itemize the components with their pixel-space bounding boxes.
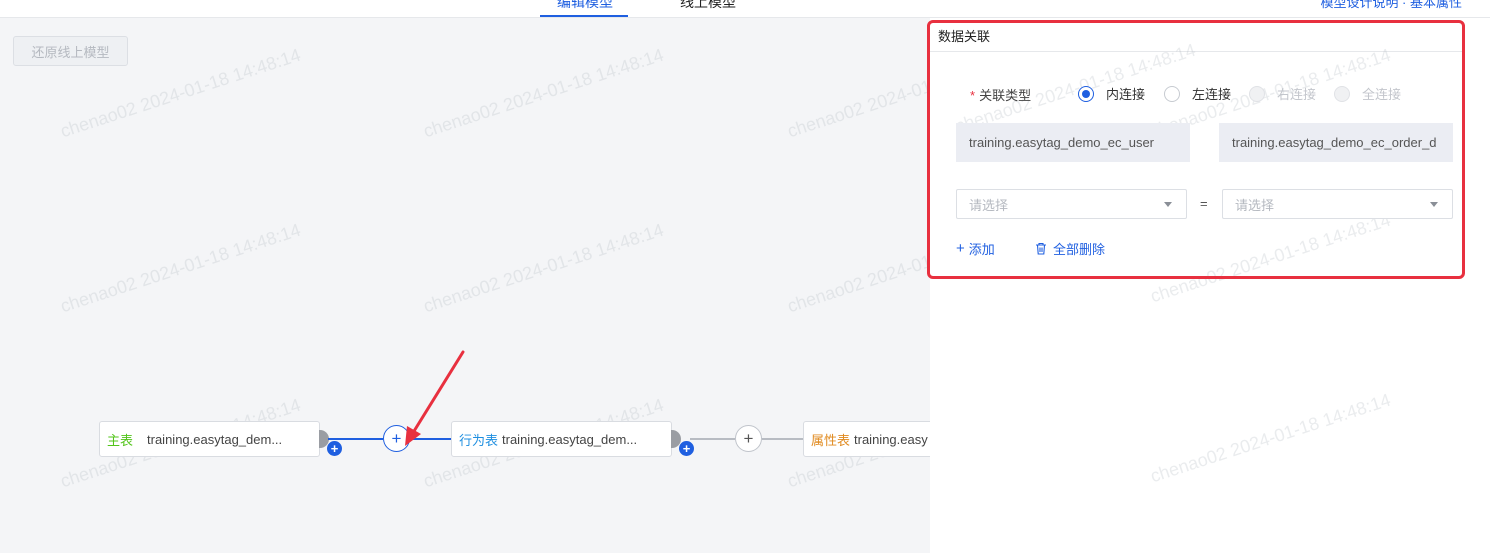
watermark: chenao02 2024-01-18 14:48:14 [1147, 389, 1394, 487]
link-line [328, 438, 383, 440]
watermark: chenao02 2024-01-18 14:48:14 [1147, 209, 1394, 307]
node-main-table[interactable]: 主表 training.easytag_dem... [99, 421, 320, 457]
node-attribute-table[interactable]: 属性表 training.easy [803, 421, 930, 457]
trash-icon [1036, 242, 1046, 255]
left-table-name: training.easytag_demo_ec_user [956, 123, 1190, 162]
radio-left-join[interactable]: 左连接 [1164, 84, 1231, 103]
add-condition-button[interactable]: + 添加 [956, 239, 995, 258]
active-tab-indicator [540, 15, 628, 17]
node-tag: 属性表 [811, 432, 851, 448]
caret-down-icon [1430, 202, 1438, 207]
data-association-panel: 数据关联 chenao02 2024-01-18 14:48:14 chenao… [930, 18, 1490, 553]
top-tab-bar: 编辑模型 线上模型 模型设计说明 · 基本属性 [0, 0, 1490, 18]
link-line [690, 438, 735, 440]
join-type-label: * 关联类型 [970, 88, 1032, 103]
watermark: chenao02 2024-01-18 14:48:14 [420, 219, 667, 317]
link-line [762, 438, 804, 440]
watermark: chenao02 2024-01-18 14:48:14 [784, 45, 930, 142]
radio-disabled-icon [1334, 85, 1350, 102]
node-behavior-table[interactable]: 行为表 training.easytag_dem... [451, 421, 672, 457]
required-asterisk: * [970, 88, 976, 103]
plus-icon: + [956, 240, 965, 257]
radio-checked-icon [1078, 85, 1094, 102]
annotation-arrow-icon [405, 350, 465, 446]
watermark: chenao02 2024-01-18 14:48:14 [784, 220, 930, 317]
divider [930, 51, 1463, 52]
right-field-select[interactable]: 请选择 [1222, 189, 1453, 219]
tab-edit-model[interactable]: 编辑模型 [557, 0, 613, 12]
node-table-name: training.easy [854, 431, 928, 447]
right-table-name: training.easytag_demo_ec_order_d [1219, 123, 1453, 162]
tab-online-model[interactable]: 线上模型 [680, 0, 736, 12]
add-node-plus-icon[interactable]: + [327, 441, 342, 456]
restore-online-model-button[interactable]: 还原线上模型 [13, 36, 128, 66]
top-right-links[interactable]: 模型设计说明 · 基本属性 [1320, 0, 1462, 11]
radio-inner-join[interactable]: 内连接 [1078, 84, 1145, 103]
delete-all-button[interactable]: 全部删除 [1035, 239, 1105, 258]
panel-title: 数据关联 [938, 29, 991, 44]
node-table-name: training.easytag_dem... [147, 431, 283, 447]
radio-disabled-icon [1249, 85, 1265, 102]
left-field-select[interactable]: 请选择 [956, 189, 1187, 219]
plus-icon: + [743, 429, 754, 448]
add-node-plus-icon[interactable]: + [679, 441, 694, 456]
watermark: chenao02 2024-01-18 14:48:14 [420, 44, 667, 142]
radio-icon [1164, 85, 1180, 102]
node-table-name: training.easytag_dem... [502, 431, 638, 447]
model-canvas[interactable]: chenao02 2024-01-18 14:48:14 chenao02 20… [0, 18, 930, 553]
radio-right-join[interactable]: 右连接 [1249, 84, 1316, 103]
radio-full-join[interactable]: 全连接 [1334, 84, 1401, 103]
add-join-button[interactable]: + [735, 425, 762, 452]
caret-down-icon [1164, 202, 1172, 207]
watermark: chenao02 2024-01-18 14:48:14 [57, 219, 304, 317]
node-tag: 主表 [107, 432, 134, 448]
equals-sign: = [1200, 196, 1208, 211]
